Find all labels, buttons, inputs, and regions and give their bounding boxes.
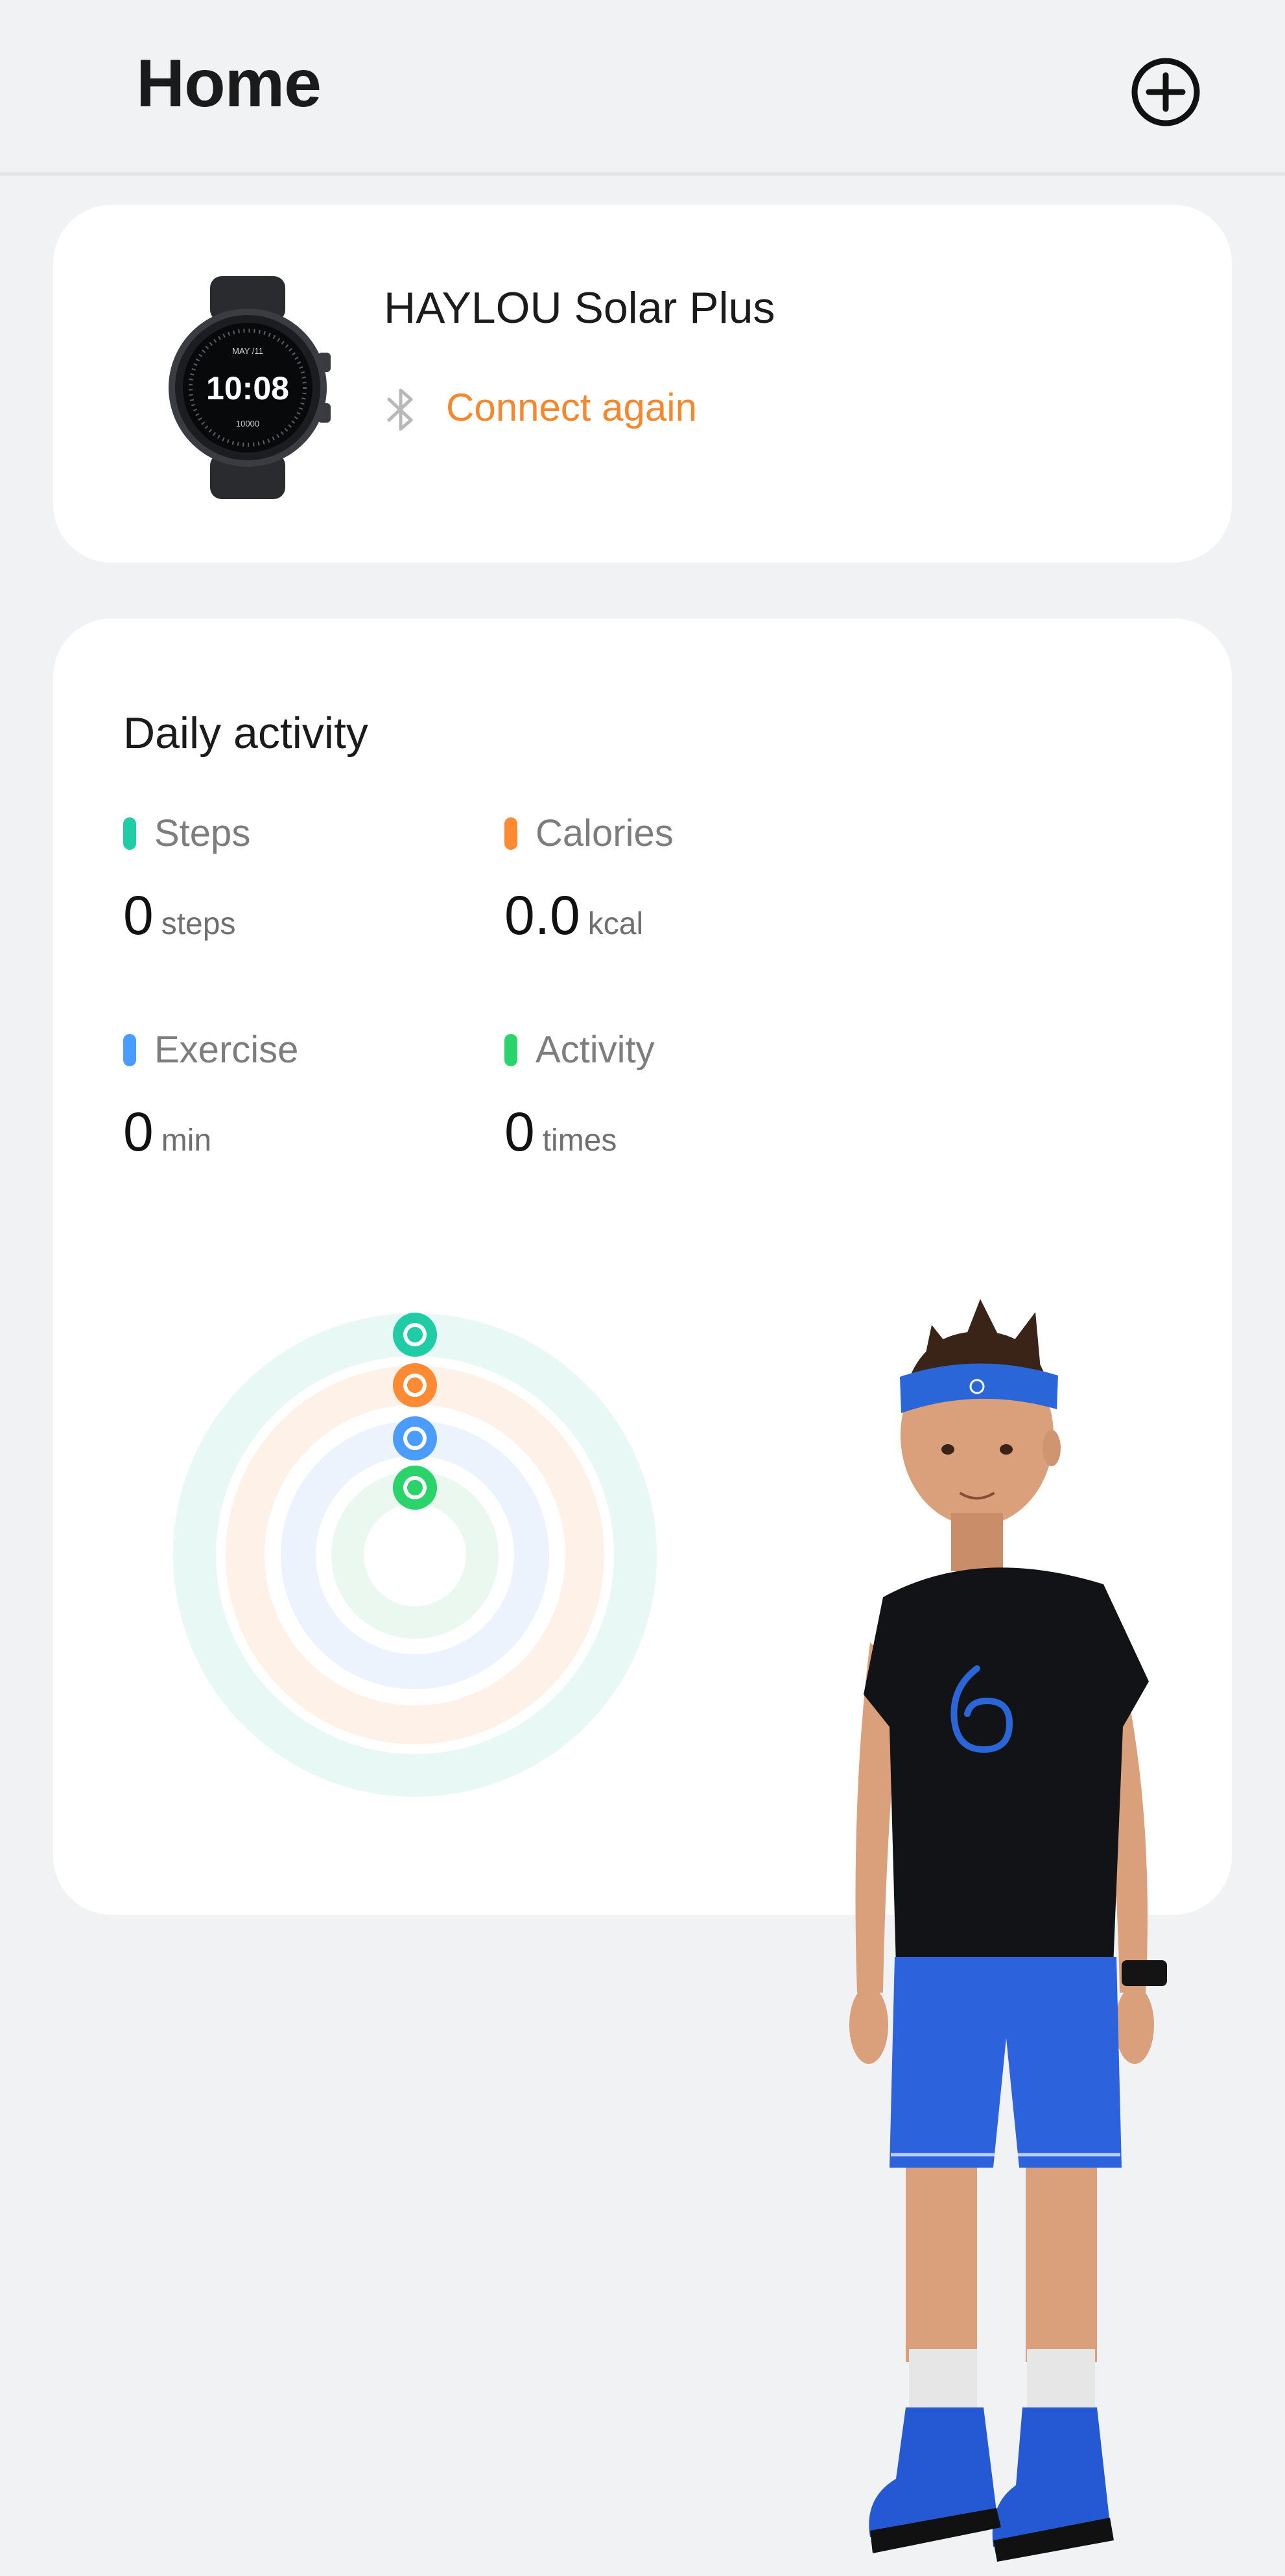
bluetooth-icon (387, 388, 413, 431)
activity-value: 0 (504, 1101, 535, 1162)
activity-icon (393, 1466, 437, 1510)
exercise-color-dot (123, 1033, 136, 1066)
flame-icon (393, 1363, 437, 1407)
exercise-unit: min (161, 1123, 212, 1158)
exercise-value: 0 (123, 1101, 154, 1162)
steps-unit: steps (161, 907, 236, 941)
calories-label: Calories (536, 812, 674, 854)
smartwatch-image: MAY /11 10:08 10000 (169, 276, 331, 499)
page-title: Home (136, 46, 322, 121)
steps-color-dot (123, 817, 136, 850)
watch-time: 10:08 (206, 370, 289, 406)
connect-again-link[interactable]: Connect again (446, 385, 697, 430)
activity-color-dot (504, 1033, 517, 1066)
device-card[interactable]: MAY /11 10:08 10000 HAYLOU Solar Plus Co… (53, 205, 1232, 563)
avatar-figure (849, 1299, 1167, 2562)
calories-unit: kcal (587, 907, 644, 941)
activity-label: Activity (536, 1029, 655, 1071)
clock-icon (393, 1416, 437, 1460)
watch-steps: 10000 (236, 419, 259, 428)
calories-value: 0.0 (504, 885, 580, 946)
daily-activity-title: Daily activity (123, 708, 368, 758)
exercise-label: Exercise (154, 1029, 299, 1071)
calories-color-dot (504, 817, 517, 850)
steps-value: 0 (123, 885, 154, 946)
steps-label: Steps (154, 812, 251, 854)
activity-unit: times (542, 1123, 617, 1158)
activity-rings-chart[interactable] (162, 1293, 668, 1811)
add-device-button[interactable] (1129, 56, 1202, 128)
daily-activity-card[interactable]: Daily activity Steps 0 steps Calories 0.0… (53, 618, 1232, 2562)
shoe-icon (393, 1313, 437, 1357)
app-header: Home (0, 0, 1285, 176)
device-name: HAYLOU Solar Plus (384, 283, 775, 333)
watch-date: MAY /11 (232, 346, 263, 356)
